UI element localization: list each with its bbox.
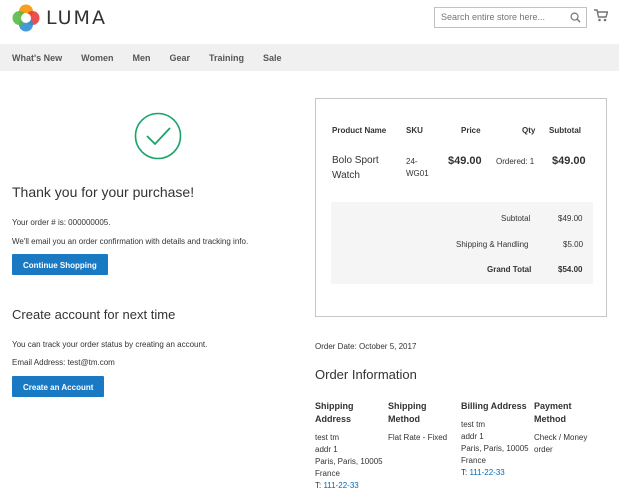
sku-line1: 24-: [406, 157, 418, 166]
product-name-line2: Watch: [332, 170, 360, 181]
email-address-text: Email Address: test@tm.com: [12, 358, 115, 367]
create-account-title: Create account for next time: [12, 307, 176, 322]
shipping-country: France: [315, 469, 340, 478]
search-input[interactable]: Search entire store here...: [434, 7, 587, 28]
luma-logo-icon: [12, 4, 40, 32]
payment-method-title: Payment Method: [534, 400, 572, 426]
shipping-city: Paris, Paris, 10005: [315, 457, 383, 466]
grand-total-value: $54.00: [558, 265, 583, 274]
nav-item-women[interactable]: Women: [81, 53, 113, 63]
shipping-street: addr 1: [315, 445, 338, 454]
sku-line2: WG01: [406, 169, 429, 178]
product-name-line1: Bolo Sport: [332, 155, 379, 166]
shipping-name: test tm: [315, 433, 340, 442]
totals-section: Subtotal $49.00 Shipping & Handling $5.0…: [331, 202, 593, 284]
shipping-method-value: Flat Rate - Fixed: [388, 433, 448, 442]
payment-method-title-line1: Payment: [534, 401, 572, 411]
search-placeholder: Search entire store here...: [441, 12, 546, 22]
create-account-button[interactable]: Create an Account: [12, 376, 105, 397]
billing-phone-link[interactable]: 111-22-33: [469, 468, 504, 477]
billing-name: test tm: [461, 420, 486, 429]
shipping-address: test tm addr 1 Paris, Paris, 10005 Franc…: [315, 432, 383, 492]
payment-method-line1: Check / Money: [534, 433, 588, 442]
payment-method-value: Check / Money order: [534, 432, 587, 456]
checkmark-circle-icon: [134, 112, 182, 160]
email-confirmation-text: We'll email you an order confirmation wi…: [12, 237, 249, 246]
shipping-method-title-line1: Shipping: [388, 401, 427, 411]
header-subtotal: Subtotal: [549, 126, 581, 135]
header-product-name: Product Name: [332, 126, 387, 135]
order-number-text: Your order # is: 000000005.: [12, 218, 111, 227]
nav-item-training[interactable]: Training: [209, 53, 244, 63]
billing-address-title: Billing Address: [461, 401, 527, 411]
nav-item-whats-new[interactable]: What's New: [12, 53, 62, 63]
nav-item-gear[interactable]: Gear: [170, 53, 191, 63]
cart-icon[interactable]: [594, 9, 608, 22]
continue-shopping-button[interactable]: Continue Shopping: [12, 254, 108, 275]
shipping-phone-link[interactable]: 111-22-33: [323, 481, 358, 490]
item-price: $49.00: [448, 155, 482, 167]
order-date: Order Date: October 5, 2017: [315, 342, 417, 351]
main-nav: What's New Women Men Gear Training Sale: [0, 44, 619, 71]
search-icon[interactable]: [570, 12, 581, 23]
order-summary: Product Name SKU Price Qty Subtotal Bolo…: [315, 98, 607, 317]
header-price: Price: [461, 126, 481, 135]
create-account-info: You can track your order status by creat…: [12, 340, 208, 349]
billing-address: test tm addr 1 Paris, Paris, 10005 Franc…: [461, 419, 529, 479]
page-title: Thank you for your purchase!: [12, 184, 195, 200]
shipping-address-title-line2: Address: [315, 414, 352, 424]
billing-street: addr 1: [461, 432, 484, 441]
item-qty: Ordered: 1: [496, 157, 535, 166]
nav-item-men[interactable]: Men: [133, 53, 151, 63]
nav-item-sale[interactable]: Sale: [263, 53, 282, 63]
subtotal-label: Subtotal: [501, 214, 531, 223]
shipping-phone-line: T: 111-22-33: [315, 480, 383, 492]
item-subtotal: $49.00: [552, 155, 586, 167]
store-logo[interactable]: LUMA: [12, 4, 107, 32]
subtotal-value: $49.00: [558, 214, 583, 223]
logo-text: LUMA: [46, 7, 107, 29]
billing-phone-line: T: 111-22-33: [461, 467, 529, 479]
payment-method-title-line2: Method: [534, 414, 566, 424]
header-sku: SKU: [406, 126, 423, 135]
payment-method-line2: order: [534, 445, 553, 454]
billing-city: Paris, Paris, 10005: [461, 444, 529, 453]
shipping-method-title-line2: Method: [388, 414, 420, 424]
header-qty: Qty: [522, 126, 536, 135]
shipping-address-title: Shipping Address: [315, 400, 354, 426]
grand-total-label: Grand Total: [487, 265, 532, 274]
shipping-method-title: Shipping Method: [388, 400, 427, 426]
shipping-address-title-line1: Shipping: [315, 401, 354, 411]
page-header: LUMA Search entire store here...: [0, 0, 619, 44]
order-information-title: Order Information: [315, 367, 417, 382]
billing-country: France: [461, 456, 486, 465]
shipping-label: Shipping & Handling: [456, 240, 529, 249]
shipping-value: $5.00: [563, 240, 584, 249]
